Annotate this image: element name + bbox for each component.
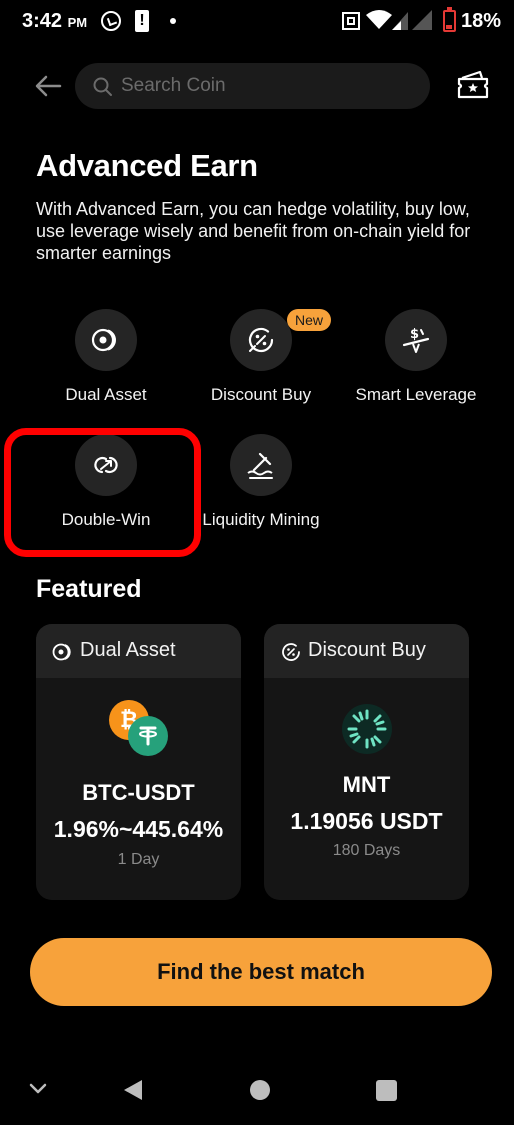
page-title: Advanced Earn: [36, 148, 258, 183]
whatsapp-icon: [101, 11, 121, 31]
feature-label: Dual Asset: [65, 385, 147, 404]
card-pair: BTC-USDT: [82, 780, 195, 805]
liquidity-mining-icon: [247, 452, 273, 479]
highlight-box: [4, 428, 201, 557]
nav-home-icon[interactable]: [250, 1080, 270, 1100]
chevron-down-icon[interactable]: [28, 1082, 48, 1096]
search-input[interactable]: Search Coin: [75, 63, 430, 109]
card-duration: 1 Day: [117, 851, 160, 868]
card-header: Dual Asset: [36, 624, 241, 678]
dual-asset-icon: [52, 643, 71, 661]
featured-card-discount-buy[interactable]: Discount Buy MNT 1.19056 USDT 180 Days: [264, 624, 469, 900]
signal-icon-secondary: [412, 10, 432, 30]
feature-label: Smart Leverage: [355, 385, 477, 404]
new-badge: New: [287, 309, 331, 331]
status-bar: 3:42 PM ! 18%: [0, 0, 514, 48]
battery-percent: 18%: [461, 10, 502, 32]
coupon-icon[interactable]: [456, 70, 490, 102]
nav-back-icon[interactable]: [122, 1078, 144, 1102]
feature-icon-bg: [230, 309, 292, 371]
feature-icon-bg: $: [385, 309, 447, 371]
page-description: With Advanced Earn, you can hedge volati…: [36, 199, 471, 263]
discount-buy-icon: [282, 643, 300, 661]
svg-text:$: $: [410, 327, 419, 342]
search-icon: [93, 77, 112, 96]
card-duration: 180 Days: [332, 842, 401, 859]
smart-leverage-icon: $: [402, 327, 430, 353]
alert-icon: !: [135, 10, 149, 32]
featured-card-dual-asset[interactable]: Dual Asset ₿ BTC-USDT 1.96%~445.64% 1 Da…: [36, 624, 241, 900]
notification-dot-icon: [170, 18, 176, 24]
find-best-match-button[interactable]: Find the best match: [30, 938, 492, 1006]
card-value: 1.96%~445.64%: [53, 816, 224, 842]
card-value: 1.19056 USDT: [290, 808, 443, 834]
back-arrow-icon[interactable]: [34, 72, 62, 100]
status-time: 3:42 PM: [22, 10, 87, 33]
status-time-ampm: PM: [67, 15, 88, 30]
mnt-coin-icon: [342, 704, 392, 754]
feature-label: Liquidity Mining: [202, 510, 320, 529]
feature-label: Discount Buy: [210, 385, 312, 404]
feature-icon-bg: [75, 309, 137, 371]
feature-dual-asset[interactable]: Dual Asset: [26, 309, 186, 405]
search-placeholder: Search Coin: [121, 75, 226, 96]
wifi-icon: [366, 10, 392, 29]
nav-recents-icon[interactable]: [376, 1080, 397, 1101]
usdt-coin-icon: [128, 716, 168, 756]
discount-buy-icon: [248, 327, 274, 353]
dual-asset-icon: [91, 328, 116, 352]
feature-smart-leverage[interactable]: $ Smart Leverage: [336, 309, 496, 405]
card-pair: MNT: [342, 772, 391, 797]
card-type: Dual Asset: [80, 639, 176, 661]
nfc-icon: [342, 12, 360, 30]
screen: 3:42 PM ! 18% Search Coin Advanced Earn …: [0, 0, 514, 1125]
card-header: Discount Buy: [264, 624, 469, 678]
featured-heading: Featured: [36, 575, 142, 603]
signal-icon: [392, 12, 408, 30]
card-type: Discount Buy: [308, 639, 426, 661]
battery-icon: [443, 7, 456, 32]
status-time-value: 3:42: [22, 10, 63, 32]
feature-icon-bg: [230, 434, 292, 496]
feature-liquidity-mining[interactable]: Liquidity Mining: [181, 434, 341, 530]
